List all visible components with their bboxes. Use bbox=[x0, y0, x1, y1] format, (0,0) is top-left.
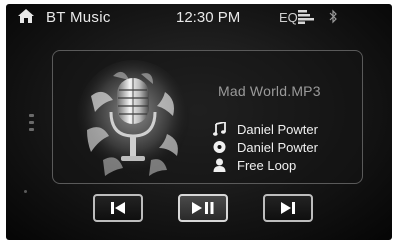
bluetooth-icon bbox=[329, 9, 337, 24]
music-note-icon bbox=[213, 122, 226, 136]
person-icon bbox=[213, 158, 226, 172]
home-icon[interactable] bbox=[17, 8, 35, 24]
clock: 12:30 PM bbox=[176, 9, 241, 26]
app-title: BT Music bbox=[46, 9, 111, 26]
equalizer-icon[interactable] bbox=[298, 10, 314, 24]
bt-music-screen: BT Music 12:30 PM EQ Mad World.MP3 Danie… bbox=[6, 4, 392, 240]
disc-icon bbox=[213, 141, 226, 153]
artist-text: Free Loop bbox=[237, 158, 297, 173]
play-pause-icon bbox=[192, 202, 214, 214]
previous-track-button[interactable] bbox=[93, 194, 143, 222]
status-bar: BT Music 12:30 PM EQ bbox=[6, 4, 392, 30]
next-track-button[interactable] bbox=[263, 194, 313, 222]
album-text: Daniel Powter bbox=[237, 140, 318, 155]
track-title: Mad World.MP3 bbox=[218, 83, 321, 99]
next-track-icon bbox=[281, 202, 295, 214]
song-text: Daniel Powter bbox=[237, 122, 318, 137]
edge-dot bbox=[24, 190, 27, 193]
previous-track-icon bbox=[111, 202, 125, 214]
now-playing-panel: Mad World.MP3 Daniel Powter Daniel Powte… bbox=[52, 50, 363, 184]
microphone-album-art bbox=[77, 60, 189, 176]
eq-label[interactable]: EQ bbox=[279, 10, 298, 25]
play-pause-button[interactable] bbox=[178, 194, 228, 222]
side-indicator bbox=[29, 114, 35, 164]
